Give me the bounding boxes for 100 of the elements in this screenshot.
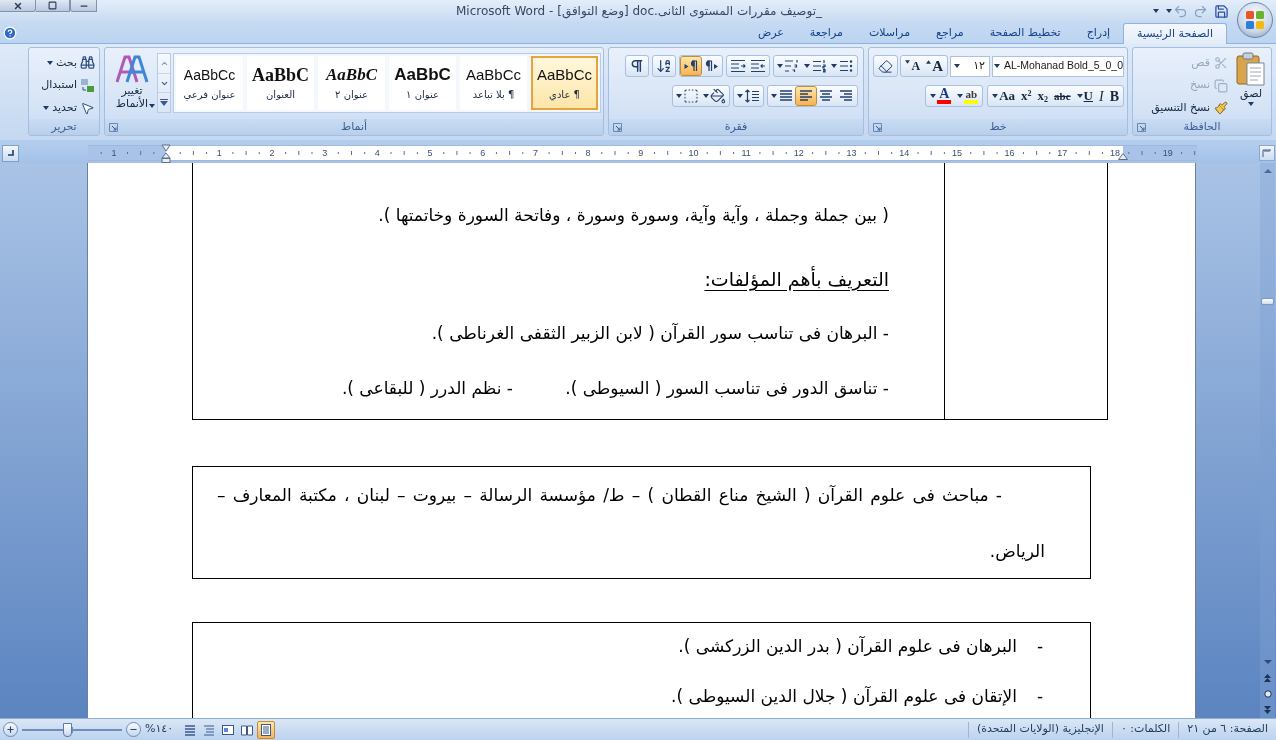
- increase-indent-icon: [730, 58, 746, 74]
- dialog-launcher-icon[interactable]: [1137, 122, 1146, 132]
- caret-icon: [149, 104, 155, 108]
- change-styles-button[interactable]: تغيير الأنماط: [109, 53, 155, 108]
- bold-button[interactable]: B: [1106, 87, 1122, 105]
- close-button[interactable]: [0, 0, 36, 12]
- shrink-font-button[interactable]: A: [902, 57, 924, 75]
- plus-icon: [6, 725, 15, 734]
- undo-icon: [1173, 3, 1188, 19]
- change-case-button[interactable]: Aa: [989, 87, 1019, 105]
- redo-icon: [1192, 3, 1208, 19]
- caret-icon: [777, 64, 783, 68]
- zoom-level[interactable]: %١٤٠: [141, 721, 178, 738]
- eraser-icon: [878, 58, 894, 74]
- indent-marker-icon[interactable]: [161, 144, 171, 164]
- paragraph-text: - البرهان فى تناسب سور القرآن ( لابن الزبير الثقفى الغرناطى ).: [431, 323, 889, 344]
- underline-button[interactable]: U: [1073, 87, 1096, 105]
- decrease-indent-icon: [750, 58, 766, 74]
- border-icon: [683, 88, 699, 104]
- paragraph-button[interactable]: [748, 57, 768, 75]
- editing-command[interactable]: بحث: [45, 52, 97, 74]
- dialog-launcher-icon[interactable]: [873, 122, 882, 132]
- highlight-button[interactable]: ab: [954, 87, 982, 105]
- page-layout-icon: [260, 723, 273, 736]
- web-page-icon: [222, 723, 235, 736]
- ruler-number: 14: [899, 147, 910, 160]
- zoom-slider[interactable]: [22, 722, 122, 737]
- ribbon-tab[interactable]: الصفحة الرئيسية: [1123, 23, 1227, 44]
- ruler-number: 1: [111, 147, 117, 160]
- vertical-scrollbar[interactable]: [1260, 163, 1275, 718]
- font-name-field[interactable]: AL-Mohanad Bold_5_0_0: [992, 55, 1124, 77]
- up-arrow-icon: [1263, 169, 1272, 173]
- paragraph-button[interactable]: [802, 57, 829, 75]
- paragraph-button[interactable]: [674, 87, 701, 105]
- paragraph-button[interactable]: [796, 87, 816, 105]
- paragraph-button[interactable]: [728, 57, 748, 75]
- editing-command[interactable]: تحديد: [41, 97, 97, 119]
- dialog-launcher-icon[interactable]: [109, 122, 118, 132]
- paragraph-text: - مباحث فى علوم القرآن ( الشيخ مناع القطان ) – ط/ مؤسسة الرسالة – بيروت – لبنان ، مكتبة المعارف – الرياض.: [217, 484, 1045, 563]
- save-button[interactable]: [1212, 2, 1230, 20]
- ribbon-tab[interactable]: تخطيط الصفحة: [976, 23, 1074, 43]
- italic-button[interactable]: I: [1096, 87, 1107, 105]
- editing-command[interactable]: استبدال: [39, 74, 97, 97]
- paragraph-button[interactable]: [701, 87, 728, 105]
- ribbon-tab[interactable]: عرض: [744, 23, 797, 43]
- dialog-launcher-icon[interactable]: [613, 122, 622, 132]
- caret-icon: [957, 94, 964, 98]
- subscript-button[interactable]: x$_{2}$: [1034, 87, 1052, 105]
- list-item-text: الإتقان فى علوم القرآن ( جلال الدين السيوطى ).: [671, 685, 1017, 709]
- ribbon-tab[interactable]: مراسلات: [855, 23, 924, 43]
- right-indent-marker-icon[interactable]: [1118, 153, 1128, 160]
- maximize-button[interactable]: [36, 0, 70, 12]
- ribbon-tab[interactable]: إدراج: [1073, 23, 1124, 43]
- word-count[interactable]: الكلمات: ٠: [1112, 721, 1179, 738]
- slider-thumb[interactable]: [63, 722, 72, 737]
- language-indicator[interactable]: الإنجليزية (الولايات المتحدة): [969, 721, 1112, 738]
- circle-icon: [1263, 690, 1272, 698]
- text-direction-icon: [703, 58, 719, 74]
- align-center-icon: [818, 88, 834, 104]
- caret-icon: [1166, 9, 1172, 13]
- superscript-button[interactable]: x$^{2}$: [1018, 87, 1035, 105]
- ruler-number: 9: [638, 147, 644, 160]
- numbered-list-icon: [811, 58, 827, 74]
- page-indicator[interactable]: الصفحة: ٦ من ٢١: [1179, 721, 1276, 738]
- group-label: تحرير: [51, 120, 77, 134]
- style-preview: AaBbCc: [183, 66, 236, 85]
- font-color-button[interactable]: A: [927, 87, 955, 105]
- clipboard-command[interactable]: نسخ التنسيق: [1148, 97, 1231, 119]
- scrollbar-thumb[interactable]: [1261, 298, 1274, 305]
- caret-icon: [47, 60, 54, 65]
- caret-icon: [737, 94, 743, 98]
- font-size-field[interactable]: ١٢: [950, 55, 990, 77]
- grow-font-button[interactable]: A: [923, 57, 946, 75]
- strikethrough-button[interactable]: abc: [1051, 87, 1074, 105]
- paint-bucket-icon: [710, 88, 726, 104]
- caret-icon: [804, 64, 810, 68]
- replace-icon: [80, 78, 95, 93]
- view-button[interactable]: [257, 720, 276, 739]
- ruler-number: 6: [480, 147, 486, 160]
- paragraph-text: ( بين جملة وجملة ، وآية وآية، وسورة وسورة ، وفاتحة السورة وخاتمتها ).: [378, 205, 889, 226]
- paragraph-button[interactable]: [681, 57, 701, 75]
- ribbon-tab[interactable]: مراجع: [923, 23, 977, 43]
- justify-icon: [778, 88, 794, 104]
- minimize-button[interactable]: [70, 0, 97, 12]
- text-direction-icon: [683, 58, 699, 74]
- more-icon: [160, 99, 168, 107]
- draft-icon: [184, 723, 197, 736]
- bullet-list-icon: [838, 58, 854, 74]
- paste-button[interactable]: لصق: [1231, 48, 1271, 119]
- zoom-out-button[interactable]: [126, 722, 141, 737]
- ribbon-tab[interactable]: مراجعة: [796, 23, 856, 43]
- ruler-number: 8: [585, 147, 591, 160]
- help-icon[interactable]: [3, 25, 17, 40]
- paragraph-text: - نظم الدرر ( للبقاعى ).: [341, 378, 513, 399]
- view-ruler-button[interactable]: [1259, 145, 1275, 161]
- tab-selector-button[interactable]: [2, 144, 19, 162]
- zoom-in-button[interactable]: [3, 722, 18, 737]
- up-caret-icon: [926, 60, 932, 64]
- caret-icon: [1248, 102, 1254, 106]
- pointer-icon: [80, 100, 95, 116]
